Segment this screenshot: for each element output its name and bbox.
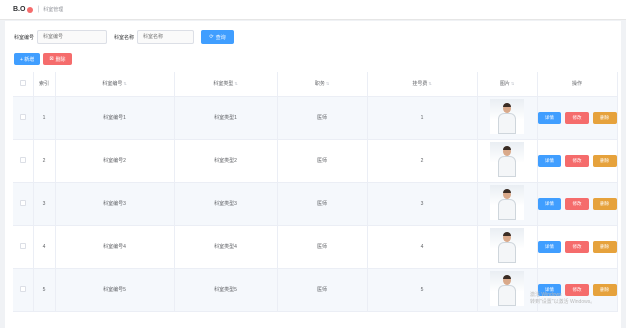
doctor-photo[interactable] [490, 228, 524, 263]
row-code: 科室编号1 [55, 96, 175, 140]
doctor-photo[interactable] [490, 185, 524, 220]
main-content: 科室编号 科室名称 ⟳ 查询 + 新增 ⊠ 删除 索引 [5, 21, 621, 328]
row-role: 医师 [277, 268, 368, 312]
col-code-label: 科室编号 [102, 81, 123, 88]
row-checkbox[interactable] [19, 242, 26, 249]
detail-button[interactable]: 详情 [537, 197, 562, 210]
col-type[interactable]: 科室类型⇅ [174, 72, 278, 97]
col-role-label: 职务 [314, 81, 325, 88]
search-button[interactable]: ⟳ 查询 [201, 30, 235, 44]
row-type: 科室类型2 [174, 139, 278, 183]
doctor-photo[interactable] [490, 99, 524, 134]
sort-icon[interactable]: ⇅ [511, 81, 514, 86]
sort-icon[interactable]: ⇅ [123, 81, 126, 86]
edit-button[interactable]: 修改 [565, 197, 589, 210]
logo-icon [27, 6, 34, 13]
col-fee-label: 挂号费 [412, 81, 428, 88]
col-image[interactable]: 图片⇅ [477, 72, 538, 97]
detail-button[interactable]: 详情 [537, 154, 562, 167]
row-fee: 4 [367, 225, 478, 269]
dept-name-label: 科室名称 [114, 34, 135, 41]
dept-code-input[interactable] [37, 30, 108, 44]
delete-button[interactable]: 删除 [592, 283, 617, 296]
sort-icon[interactable]: ⇅ [428, 81, 431, 86]
top-header: B.O | 科室管理 [0, 0, 626, 20]
dept-name-input[interactable] [137, 30, 195, 44]
row-code: 科室编号3 [55, 182, 175, 226]
row-checkbox[interactable] [19, 113, 26, 120]
col-fee[interactable]: 挂号费⇅ [367, 72, 478, 97]
row-index: 1 [33, 96, 56, 140]
search-icon: ⟳ [209, 34, 214, 40]
col-ops: 操作 [537, 72, 618, 97]
table-row[interactable]: 4 科室编号4 科室类型4 医师 4 详情 修改 删除 [13, 225, 618, 269]
doctor-photo[interactable] [490, 271, 524, 306]
batch-delete-label: 删除 [55, 56, 66, 63]
row-role: 医师 [277, 96, 368, 140]
row-checkbox[interactable] [19, 285, 26, 292]
row-fee: 5 [367, 268, 478, 312]
detail-button[interactable]: 详情 [537, 240, 562, 253]
row-type: 科室类型3 [174, 182, 278, 226]
row-code: 科室编号2 [55, 139, 175, 183]
row-index: 3 [33, 182, 56, 226]
sort-icon[interactable]: ⇅ [234, 81, 237, 86]
dept-code-label: 科室编号 [14, 34, 35, 41]
row-index: 4 [33, 225, 56, 269]
edit-button[interactable]: 修改 [565, 240, 589, 253]
row-role: 医师 [277, 182, 368, 226]
delete-button[interactable]: 删除 [592, 111, 617, 124]
row-code: 科室编号4 [55, 225, 175, 269]
watermark-line-1: 激活 Windows [530, 292, 562, 298]
row-fee: 3 [367, 182, 478, 226]
col-image-label: 图片 [499, 81, 510, 88]
row-type: 科室类型5 [174, 268, 278, 312]
col-code[interactable]: 科室编号⇅ [55, 72, 175, 97]
sort-icon[interactable]: ⇅ [326, 81, 329, 86]
delete-button[interactable]: 删除 [592, 197, 617, 210]
row-fee: 2 [367, 139, 478, 183]
search-bar: 科室编号 科室名称 ⟳ 查询 [14, 30, 235, 44]
row-index: 2 [33, 139, 56, 183]
breadcrumb-separator: | [37, 6, 40, 13]
search-button-label: 查询 [215, 34, 226, 41]
table-row[interactable]: 1 科室编号1 科室类型1 医师 1 详情 修改 删除 [13, 96, 618, 140]
breadcrumb[interactable]: 科室管理 [43, 6, 63, 13]
delete-button[interactable]: 删除 [592, 154, 617, 167]
table-row[interactable]: 2 科室编号2 科室类型2 医师 2 详情 修改 删除 [13, 139, 618, 183]
windows-activation-watermark: 激活 Windows 转到"设置"以激活 Windows。 [530, 292, 595, 306]
watermark-line-2: 转到"设置"以激活 Windows。 [530, 299, 596, 305]
delete-button[interactable]: 删除 [592, 240, 617, 253]
trash-icon: ⊠ [49, 56, 54, 62]
batch-delete-button[interactable]: ⊠ 删除 [43, 53, 72, 65]
edit-button[interactable]: 修改 [565, 154, 589, 167]
detail-button[interactable]: 详情 [537, 111, 562, 124]
table-header-row: 索引 科室编号⇅ 科室类型⇅ 职务⇅ 挂号费⇅ 图片⇅ 操作 [13, 72, 618, 97]
row-type: 科室类型4 [174, 225, 278, 269]
table-row[interactable]: 5 科室编号5 科室类型5 医师 5 详情 修改 删除 [13, 268, 618, 312]
row-fee: 1 [367, 96, 478, 140]
doctor-photo[interactable] [490, 142, 524, 177]
col-role[interactable]: 职务⇅ [277, 72, 368, 97]
add-button[interactable]: + 新增 [14, 53, 41, 65]
data-table: 索引 科室编号⇅ 科室类型⇅ 职务⇅ 挂号费⇅ 图片⇅ 操作 1 科室编号1 科… [13, 72, 618, 312]
select-all-cell[interactable] [13, 72, 34, 97]
row-role: 医师 [277, 139, 368, 183]
edit-button[interactable]: 修改 [565, 111, 589, 124]
col-type-label: 科室类型 [213, 81, 234, 88]
row-checkbox[interactable] [19, 156, 26, 163]
select-all-checkbox[interactable] [19, 79, 26, 86]
row-checkbox[interactable] [19, 199, 26, 206]
row-index: 5 [33, 268, 56, 312]
table-row[interactable]: 3 科室编号3 科室类型3 医师 3 详情 修改 删除 [13, 182, 618, 226]
row-type: 科室类型1 [174, 96, 278, 140]
col-index: 索引 [33, 72, 56, 97]
table-actions: + 新增 ⊠ 删除 [14, 53, 75, 65]
row-role: 医师 [277, 225, 368, 269]
row-code: 科室编号5 [55, 268, 175, 312]
app-logo: B.O [13, 6, 26, 13]
